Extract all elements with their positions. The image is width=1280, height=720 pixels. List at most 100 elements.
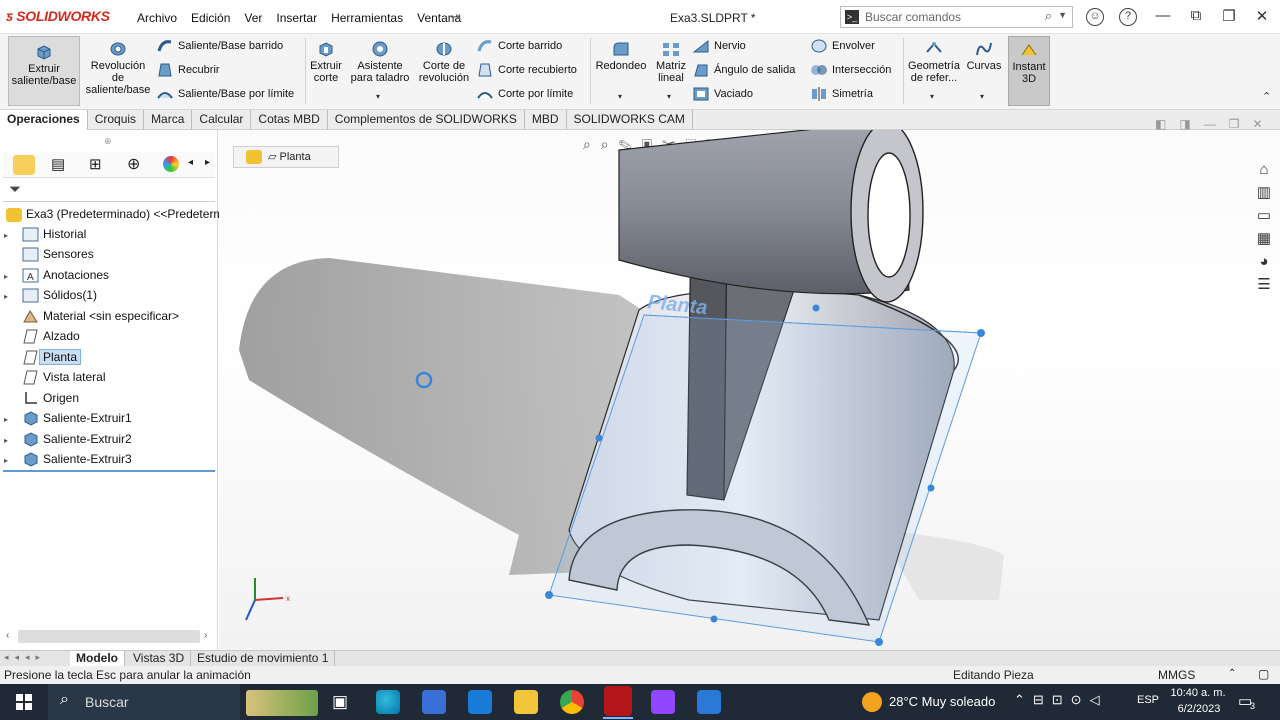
command-search[interactable]: >_ Buscar comandos ⌕ ▼ <box>840 6 1073 28</box>
tab-cotas-mbd[interactable]: Cotas MBD <box>251 110 328 130</box>
revolve-boss-button[interactable]: Revolución de saliente/base <box>84 40 152 96</box>
tree-item-sensores[interactable]: Sensores <box>0 244 94 264</box>
shell-button[interactable]: Vaciado <box>692 84 753 104</box>
task-view-icon[interactable]: ▣ <box>332 692 348 712</box>
tree-item-solidos[interactable]: ▸ Sólidos(1) <box>0 285 97 305</box>
property-manager-tab-icon[interactable]: ▤ <box>51 155 65 173</box>
tab-modelo[interactable]: Modelo <box>70 651 125 667</box>
revolve-cut-button[interactable]: Corte de revolución <box>416 40 472 84</box>
chevron-down-icon[interactable]: ▾ <box>618 92 622 101</box>
tree-item-origen[interactable]: Origen <box>0 388 79 408</box>
menu-ver[interactable]: Ver <box>237 11 269 25</box>
twitch-icon[interactable] <box>651 690 675 714</box>
tab-calcular[interactable]: Calcular <box>192 110 252 130</box>
solidworks-resources-icon[interactable]: ⌂ <box>1253 158 1275 181</box>
tree-item-historial[interactable]: ▸ Historial <box>0 224 86 244</box>
tree-item-anotaciones[interactable]: ▸ A Anotaciones <box>0 265 109 285</box>
chevron-right-icon[interactable]: ▸ <box>205 157 210 168</box>
chevron-up-icon[interactable]: ⌃ <box>1228 668 1236 679</box>
custom-properties-icon[interactable]: ☰ <box>1253 273 1275 296</box>
tab-marca[interactable]: Marca <box>144 110 193 130</box>
chrome-icon[interactable] <box>560 690 584 714</box>
mirror-button[interactable]: Simetría <box>810 84 873 104</box>
menu-archivo[interactable]: Archivo <box>130 11 184 25</box>
edge-icon[interactable] <box>376 690 400 714</box>
horizontal-scrollbar[interactable] <box>18 630 200 643</box>
tree-item-planta[interactable]: Planta <box>0 347 82 367</box>
chevron-down-icon[interactable]: ▾ <box>667 92 671 101</box>
weather-sun-icon[interactable] <box>862 692 882 712</box>
language-indicator[interactable]: ESP <box>1137 694 1159 706</box>
search-highlight-image[interactable] <box>246 690 318 716</box>
restore-icon[interactable]: ❐ <box>1229 117 1253 131</box>
photos-icon[interactable] <box>697 690 721 714</box>
extrude-cut-button[interactable]: Extruir corte <box>308 40 344 84</box>
lofted-cut-button[interactable]: Corte recubierto <box>476 60 577 80</box>
collapse-ribbon-icon[interactable]: ⌃ <box>1262 90 1271 103</box>
mail-icon[interactable] <box>468 690 492 714</box>
menu-herramientas[interactable]: Herramientas <box>324 11 410 25</box>
tab-solidworks-cam[interactable]: SOLIDWORKS CAM <box>567 110 693 130</box>
solidworks-taskbar-icon[interactable] <box>604 686 632 716</box>
loft-boss-button[interactable]: Recubrir <box>156 60 220 80</box>
tab-complementos[interactable]: Complementos de SOLIDWORKS <box>328 110 525 130</box>
taskbar-search[interactable]: ⌕ Buscar <box>48 684 240 720</box>
tree-item-alzado[interactable]: Alzado <box>0 326 80 346</box>
tree-root[interactable]: Exa3 (Predeterminado) <<Predetermin <box>6 204 233 224</box>
tile-left-icon[interactable]: ◧ <box>1155 117 1179 131</box>
pin-icon[interactable]: ⇥ <box>450 9 461 25</box>
chevron-down-icon[interactable]: ▾ <box>376 92 380 101</box>
boundary-boss-button[interactable]: Saliente/Base por límite <box>156 84 294 104</box>
scroll-left-icon[interactable]: ‹ <box>6 630 9 641</box>
tree-item-saliente-extruir2[interactable]: ▸ Saliente-Extruir2 <box>0 429 132 449</box>
restore-icon[interactable]: ❐ <box>1219 7 1239 25</box>
tab-scroll-icons[interactable]: ◂◂◂▸ <box>4 652 46 663</box>
search-icon[interactable]: ⌕ <box>1045 8 1052 24</box>
curves-button[interactable]: Curvas <box>966 40 1002 72</box>
tree-item-saliente-extruir3[interactable]: ▸ Saliente-Extruir3 <box>0 449 132 469</box>
chevron-left-icon[interactable]: ◂ <box>188 157 193 168</box>
chevron-down-icon[interactable]: ▾ <box>930 92 934 101</box>
tree-item-material[interactable]: Material <sin especificar> <box>0 306 179 326</box>
file-explorer-icon[interactable]: ▭ <box>1253 204 1275 227</box>
minimize-icon[interactable]: — <box>1153 7 1173 24</box>
filter-icon[interactable]: ⏷ <box>9 181 21 198</box>
tab-mbd[interactable]: MBD <box>525 110 567 130</box>
feature-manager-tab-icon[interactable] <box>13 155 35 175</box>
chevron-down-icon[interactable]: ▼ <box>1058 10 1067 20</box>
design-library-icon[interactable]: ▥ <box>1253 181 1275 204</box>
sweep-boss-button[interactable]: Saliente/Base barrido <box>156 36 283 56</box>
menu-edicion[interactable]: Edición <box>184 11 237 25</box>
tile-icon[interactable]: ⧉ <box>1186 7 1206 24</box>
minimize-icon[interactable]: — <box>1204 117 1229 131</box>
intersect-button[interactable]: Intersección <box>810 60 891 80</box>
graphics-viewport[interactable]: ▱ Planta ⌕⌕✎▣✂⬚◧◍◕◒ <box>219 130 1280 650</box>
appearances-icon[interactable]: ◕ <box>1253 250 1275 273</box>
appearance-tab-icon[interactable] <box>163 156 179 172</box>
tab-operaciones[interactable]: Operaciones <box>0 110 88 130</box>
tab-croquis[interactable]: Croquis <box>88 110 145 130</box>
tree-item-vista-lateral[interactable]: Vista lateral <box>0 367 105 387</box>
close-icon[interactable]: ✕ <box>1252 7 1272 25</box>
comment-icon[interactable]: ▢ <box>1258 667 1269 681</box>
panel-grip-icon[interactable]: ⊕ <box>104 136 112 147</box>
boundary-cut-button[interactable]: Corte por límite <box>476 84 573 104</box>
tile-right-icon[interactable]: ◨ <box>1179 117 1203 131</box>
3d-model-view[interactable]: Planta x <box>219 130 1280 650</box>
menu-insertar[interactable]: Insertar <box>269 11 324 25</box>
chevron-down-icon[interactable]: ▾ <box>980 92 984 101</box>
help-icon[interactable]: ? <box>1119 8 1137 26</box>
draft-button[interactable]: Ángulo de salida <box>692 60 795 80</box>
close-icon[interactable]: ✕ <box>1252 117 1275 131</box>
units-selector[interactable]: MMGS <box>1158 668 1195 682</box>
view-palette-icon[interactable]: ▦ <box>1253 227 1275 250</box>
scroll-right-icon[interactable]: › <box>204 630 207 641</box>
instant3d-button[interactable]: Instant 3D <box>1008 36 1050 106</box>
wrap-button[interactable]: Envolver <box>810 36 875 56</box>
tab-estudio-movimiento[interactable]: Estudio de movimiento 1 <box>191 651 336 667</box>
weather-text[interactable]: 28°C Muy soleado <box>889 694 995 709</box>
extrude-boss-button[interactable]: Extruir saliente/base <box>8 36 80 106</box>
dimxpert-tab-icon[interactable]: ⊕ <box>127 154 140 174</box>
fillet-button[interactable]: Redondeo <box>594 40 648 72</box>
tray-icons[interactable]: ⌃⊟⊡⊙◁ <box>1014 692 1108 708</box>
